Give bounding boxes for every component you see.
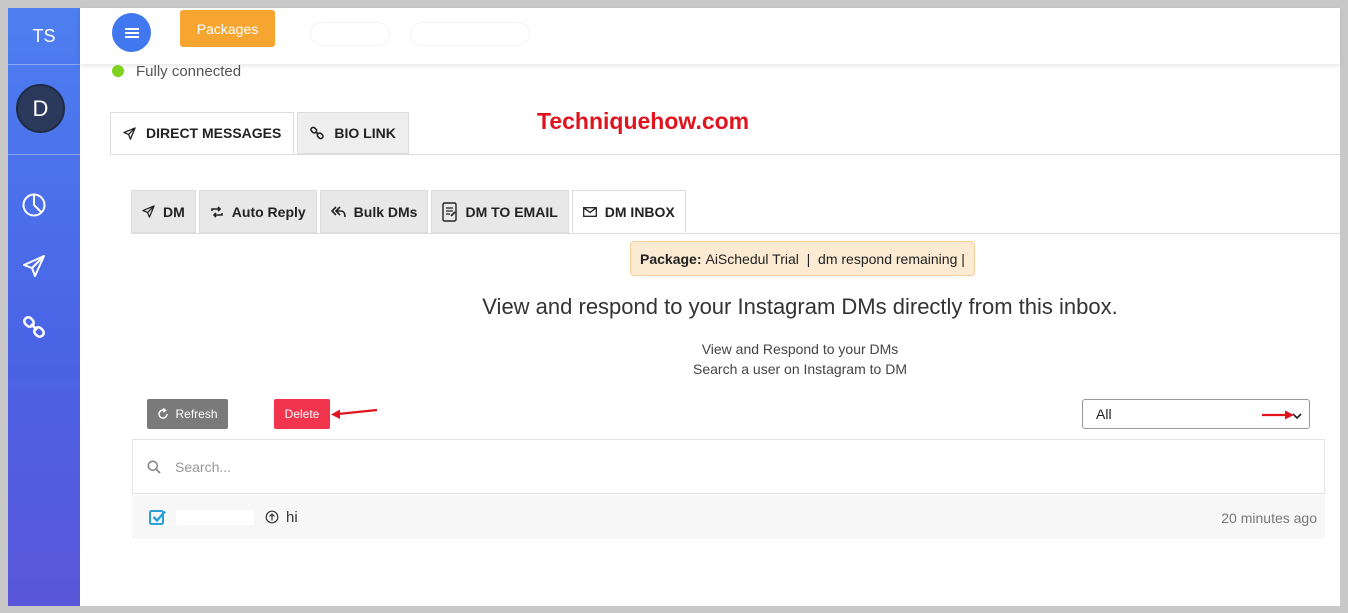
- annotation-arrow-icon: [1262, 410, 1294, 420]
- avatar[interactable]: D: [16, 84, 65, 133]
- main-panel: Packages Fully connected DIRECT MESSAGES…: [80, 8, 1340, 606]
- tabs-divider: [131, 233, 1340, 234]
- delete-button[interactable]: Delete: [274, 399, 330, 429]
- faded-control: [410, 22, 530, 46]
- inbox-subtext: View and Respond to your DMs: [701, 341, 899, 357]
- sidebar-divider: [8, 64, 80, 65]
- topbar: Packages: [80, 8, 1340, 64]
- sidebar-initials[interactable]: TS: [8, 8, 80, 64]
- menu-button[interactable]: [112, 13, 151, 52]
- annotation-arrow-icon: [331, 408, 378, 419]
- message-checkbox[interactable]: [149, 508, 167, 526]
- tab-bulk-dms[interactable]: Bulk DMs: [319, 190, 429, 233]
- tab-dm-to-email[interactable]: DM TO EMAIL: [431, 190, 569, 233]
- search-box: [132, 439, 1325, 494]
- tab-dm[interactable]: DM: [131, 190, 196, 233]
- search-icon: [147, 460, 161, 474]
- tab-label: BIO LINK: [334, 125, 396, 141]
- envelope-icon: [582, 206, 597, 217]
- paper-plane-icon: [142, 205, 155, 218]
- refresh-button[interactable]: Refresh: [147, 399, 228, 429]
- packages-button[interactable]: Packages: [180, 10, 275, 47]
- inbox-subtext: Search a user on Instagram to DM: [693, 361, 907, 377]
- status-text: Fully connected: [136, 62, 242, 80]
- status-dot-icon: [112, 65, 124, 77]
- sidebar: TS D: [8, 8, 80, 606]
- sub-tabs: DM Auto Reply Bulk DMs DM TO EMAIL DM IN…: [131, 190, 689, 233]
- redacted-username: [176, 510, 254, 525]
- tab-label: Bulk DMs: [353, 203, 418, 220]
- refresh-icon: [157, 408, 169, 420]
- faded-control: [310, 22, 390, 46]
- list-item[interactable]: hi 20 minutes ago: [132, 495, 1325, 539]
- watermark: Techniquehow.com: [537, 108, 750, 134]
- tabs-divider: [110, 154, 1340, 155]
- paper-plane-icon: [123, 126, 136, 140]
- arrow-up-circle-icon: [265, 510, 279, 524]
- hamburger-icon: [124, 27, 139, 38]
- inbox-headline: View and respond to your Instagram DMs d…: [482, 294, 1118, 319]
- refresh-label: Refresh: [175, 407, 218, 421]
- package-value: AiSchedul Trial | dm respond remaining |: [705, 250, 965, 267]
- tab-label: DIRECT MESSAGES: [146, 125, 282, 141]
- email-form-icon: [442, 201, 458, 222]
- paper-plane-icon[interactable]: [21, 253, 47, 279]
- tab-label: Auto Reply: [231, 203, 306, 220]
- message-text: hi: [286, 509, 298, 526]
- package-label: Package:: [640, 250, 702, 267]
- tab-dm-inbox[interactable]: DM INBOX: [571, 190, 686, 233]
- link-icon[interactable]: [21, 314, 47, 340]
- search-input[interactable]: [175, 458, 1075, 475]
- sidebar-divider: [8, 154, 80, 155]
- tab-label: DM INBOX: [604, 203, 675, 220]
- filter-value: All: [1096, 406, 1112, 422]
- tab-direct-messages[interactable]: DIRECT MESSAGES: [110, 112, 295, 154]
- package-banner: Package: AiSchedul Trial | dm respond re…: [630, 241, 975, 276]
- link-icon: [310, 126, 325, 140]
- message-time: 20 minutes ago: [1221, 510, 1317, 526]
- connection-status: Fully connected: [112, 62, 241, 80]
- reply-all-icon: [330, 205, 346, 218]
- checkbox-checked-icon: [149, 510, 166, 525]
- tab-label: DM: [163, 203, 185, 220]
- pie-chart-icon[interactable]: [21, 192, 47, 218]
- retweet-icon: [210, 205, 224, 218]
- tab-auto-reply[interactable]: Auto Reply: [198, 190, 317, 233]
- tab-label: DM TO EMAIL: [465, 203, 558, 220]
- main-tabs: DIRECT MESSAGES BIO LINK: [110, 112, 412, 154]
- tab-bio-link[interactable]: BIO LINK: [297, 112, 409, 154]
